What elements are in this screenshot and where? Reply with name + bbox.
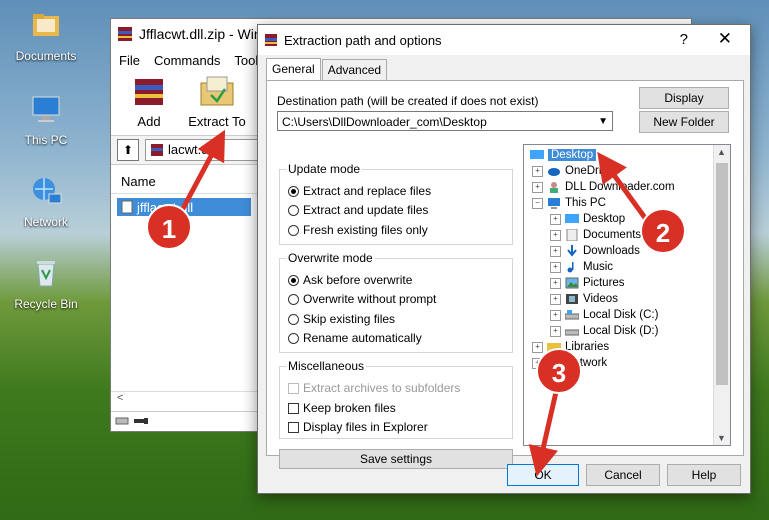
annotation-badge-3: 3 [536, 348, 582, 394]
arrow-to-ok-button [528, 391, 559, 477]
annotation-arrows [177, 129, 651, 477]
arrow-to-desktop-node [597, 151, 651, 224]
annotation-badge-1: 1 [146, 204, 192, 250]
annotation-badge-2: 2 [640, 208, 686, 254]
arrow-to-extract-to [177, 129, 226, 216]
